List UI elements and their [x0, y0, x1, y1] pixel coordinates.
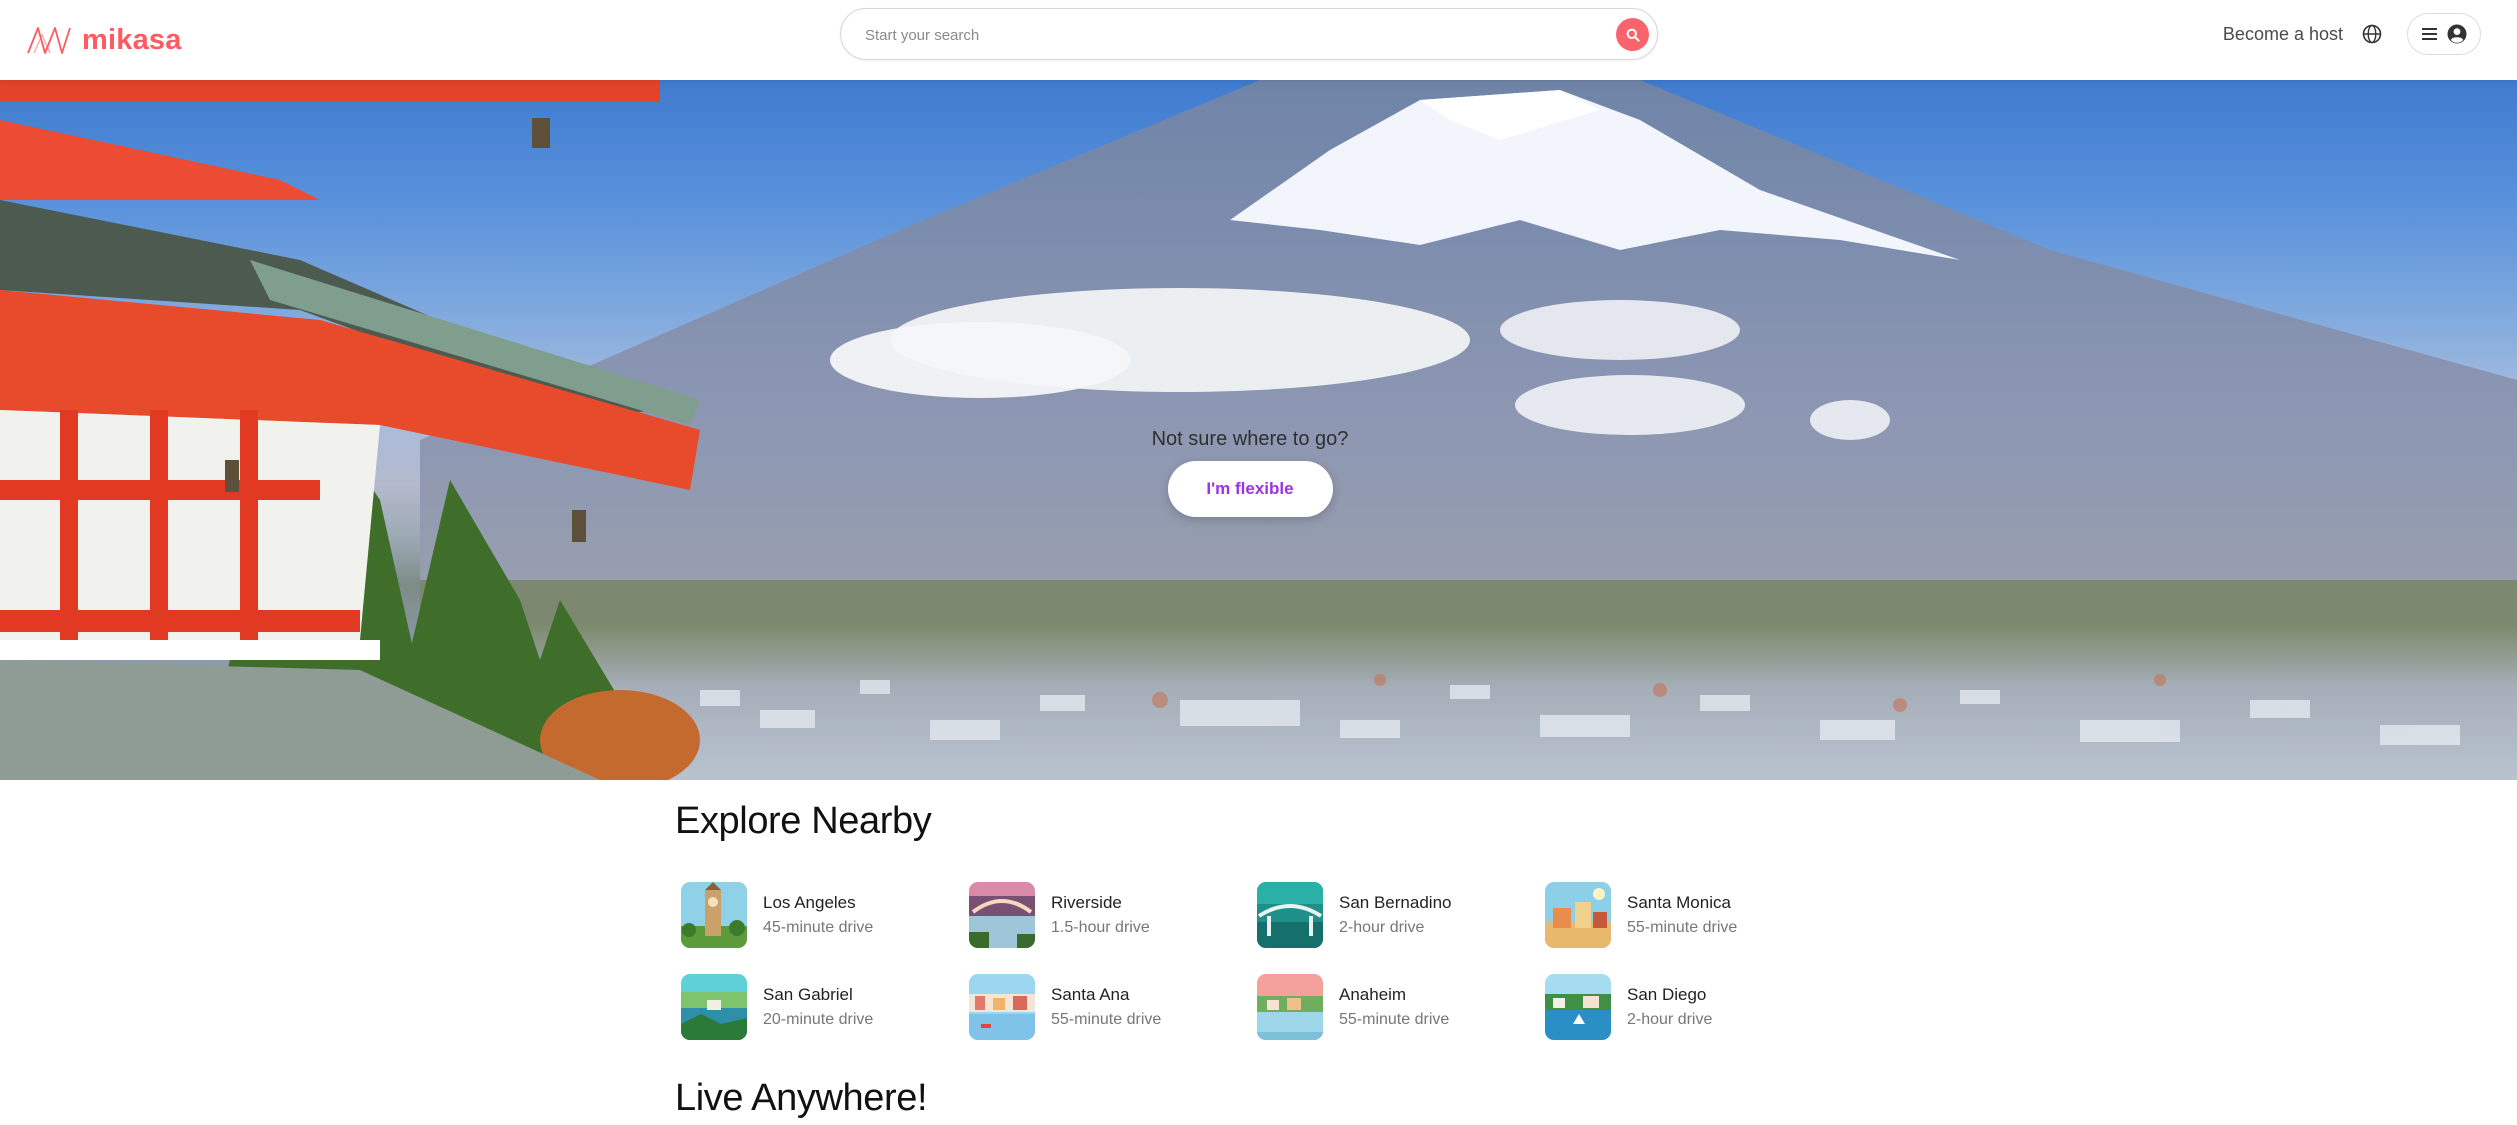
drive-time: 45-minute drive — [763, 919, 874, 936]
drive-time: 2-hour drive — [1627, 1011, 1713, 1028]
explore-nearby-grid: Los Angeles 45-minute drive Riverside 1.… — [681, 882, 1841, 1040]
hamburger-menu-icon — [2422, 28, 2437, 40]
city-name: Anaheim — [1339, 985, 1407, 1004]
city-thumbnail — [1257, 974, 1323, 1040]
search-button[interactable] — [1616, 18, 1649, 51]
explore-card[interactable]: Santa Ana 55-minute drive — [969, 974, 1257, 1040]
city-name: San Diego — [1627, 985, 1707, 1004]
explore-card[interactable]: Los Angeles 45-minute drive — [681, 882, 969, 948]
im-flexible-button[interactable]: I'm flexible — [1167, 461, 1333, 517]
city-thumbnail — [1545, 974, 1611, 1040]
top-navbar: mikasa Become a host — [0, 0, 2517, 80]
become-host-link[interactable]: Become a host — [2223, 24, 2343, 45]
city-thumbnail — [681, 882, 747, 948]
city-thumbnail — [1257, 882, 1323, 948]
brand-logo[interactable]: mikasa — [26, 18, 182, 62]
logo-mark-icon — [27, 27, 71, 54]
drive-time: 55-minute drive — [1339, 1011, 1450, 1028]
drive-time: 55-minute drive — [1051, 1011, 1162, 1028]
nav-right: Become a host — [2223, 13, 2481, 55]
search-input[interactable] — [863, 21, 1567, 49]
live-anywhere-heading: Live Anywhere! — [675, 1077, 928, 1119]
user-menu-button[interactable] — [2407, 13, 2481, 55]
hero-banner: Not sure where to go? I'm flexible — [0, 80, 2517, 780]
city-thumbnail — [969, 882, 1035, 948]
globe-icon[interactable] — [2359, 21, 2385, 47]
city-name: San Bernadino — [1339, 893, 1452, 912]
hero-question: Not sure where to go? — [1151, 428, 1349, 450]
city-thumbnail — [1545, 882, 1611, 948]
hero-cta: Not sure where to go? I'm flexible — [1085, 428, 1415, 517]
city-name: Santa Monica — [1627, 893, 1731, 912]
explore-card[interactable]: San Gabriel 20-minute drive — [681, 974, 969, 1040]
explore-card[interactable]: San Diego 2-hour drive — [1545, 974, 1833, 1040]
search-bar[interactable] — [840, 8, 1658, 60]
explore-card[interactable]: Riverside 1.5-hour drive — [969, 882, 1257, 948]
city-name: Los Angeles — [763, 893, 856, 912]
brand-name: mikasa — [82, 23, 182, 56]
explore-card[interactable]: San Bernadino 2-hour drive — [1257, 882, 1545, 948]
city-thumbnail — [681, 974, 747, 1040]
city-thumbnail — [969, 974, 1035, 1040]
search-icon — [1626, 28, 1640, 42]
explore-nearby-heading: Explore Nearby — [675, 800, 932, 842]
explore-card[interactable]: Anaheim 55-minute drive — [1257, 974, 1545, 1040]
drive-time: 2-hour drive — [1339, 919, 1425, 936]
city-name: San Gabriel — [763, 985, 853, 1004]
city-name: Santa Ana — [1051, 985, 1130, 1004]
explore-card[interactable]: Santa Monica 55-minute drive — [1545, 882, 1833, 948]
user-avatar-icon — [2447, 24, 2467, 44]
drive-time: 1.5-hour drive — [1051, 919, 1150, 936]
drive-time: 20-minute drive — [763, 1011, 874, 1028]
drive-time: 55-minute drive — [1627, 919, 1738, 936]
city-name: Riverside — [1051, 893, 1122, 912]
